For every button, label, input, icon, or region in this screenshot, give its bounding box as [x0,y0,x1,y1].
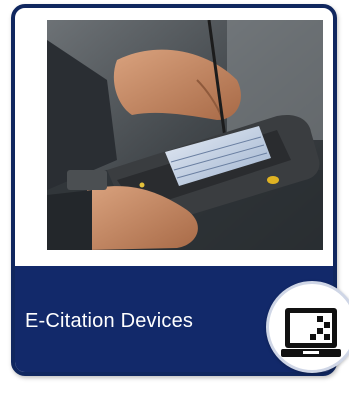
card-title: E-Citation Devices [25,310,194,332]
device-photo [47,20,323,250]
monitor-device-icon [266,281,349,373]
